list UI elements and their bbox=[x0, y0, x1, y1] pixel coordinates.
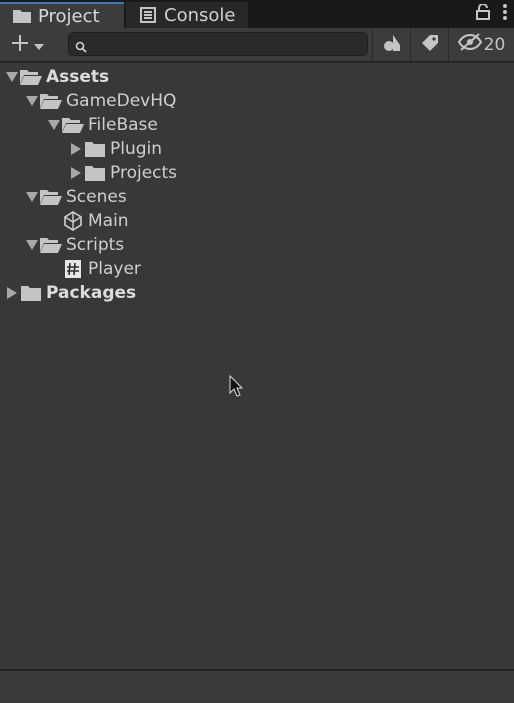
expand-arrow-icon[interactable] bbox=[26, 191, 38, 203]
hidden-count: 20 bbox=[483, 34, 506, 55]
tab-bar: Project Console bbox=[0, 0, 514, 28]
folder-icon bbox=[12, 7, 32, 25]
tree-item-label: Assets bbox=[46, 67, 110, 87]
tree-item-scenes[interactable]: Scenes bbox=[0, 185, 514, 209]
folder-open-icon bbox=[40, 236, 62, 254]
tab-console-label: Console bbox=[164, 4, 236, 26]
tree-item-label: GameDevHQ bbox=[66, 91, 177, 111]
folder-open-icon bbox=[62, 116, 84, 134]
tab-actions bbox=[476, 0, 508, 28]
project-toolbar: 20 bbox=[0, 28, 514, 62]
tree-item-label: Scripts bbox=[66, 235, 125, 255]
collapse-arrow-icon[interactable] bbox=[70, 143, 82, 155]
eye-hidden-icon bbox=[457, 33, 482, 56]
folder-open-icon bbox=[40, 92, 62, 110]
search-icon bbox=[75, 38, 87, 57]
project-footer bbox=[0, 669, 514, 703]
tree-item-label: Plugin bbox=[110, 139, 163, 159]
collapse-arrow-icon[interactable] bbox=[70, 167, 82, 179]
folder-open-icon bbox=[20, 68, 42, 86]
project-tree: Assets GameDevHQ FileBase Plugin Project… bbox=[0, 63, 514, 669]
tree-item-gamedevhq[interactable]: GameDevHQ bbox=[0, 89, 514, 113]
tab-project-label: Project bbox=[38, 5, 100, 27]
filter-by-label-button[interactable] bbox=[410, 28, 448, 61]
tree-item-label: Player bbox=[88, 259, 141, 279]
search-field[interactable] bbox=[68, 32, 368, 56]
tag-icon bbox=[421, 34, 439, 56]
folder-icon bbox=[20, 284, 42, 302]
tree-item-label: Main bbox=[88, 211, 129, 231]
hidden-packages-button[interactable]: 20 bbox=[448, 28, 514, 61]
expand-arrow-icon[interactable] bbox=[6, 71, 18, 83]
expand-arrow-icon[interactable] bbox=[26, 95, 38, 107]
tree-item-filebase[interactable]: FileBase bbox=[0, 113, 514, 137]
csharp-script-icon bbox=[62, 260, 84, 278]
unity-scene-icon bbox=[62, 211, 84, 231]
tree-item-label: Scenes bbox=[66, 187, 127, 207]
folder-icon bbox=[84, 140, 106, 158]
tree-item-main-scene[interactable]: Main bbox=[0, 209, 514, 233]
lock-icon[interactable] bbox=[476, 3, 490, 24]
search-input[interactable] bbox=[91, 35, 361, 53]
tab-console[interactable]: Console bbox=[126, 2, 248, 28]
plus-icon bbox=[10, 33, 30, 57]
chevron-down-icon bbox=[34, 36, 44, 55]
collapse-arrow-icon[interactable] bbox=[6, 287, 18, 299]
tree-item-plugin[interactable]: Plugin bbox=[0, 137, 514, 161]
console-icon bbox=[138, 6, 158, 24]
tree-item-projects[interactable]: Projects bbox=[0, 161, 514, 185]
filter-by-type-button[interactable] bbox=[372, 28, 410, 61]
tree-item-label: Packages bbox=[46, 283, 137, 303]
tree-item-label: FileBase bbox=[88, 115, 158, 135]
more-options-icon[interactable] bbox=[502, 3, 508, 25]
folder-icon bbox=[84, 164, 106, 182]
mouse-cursor-icon bbox=[229, 374, 244, 401]
shapes-icon bbox=[382, 33, 402, 57]
tree-item-packages[interactable]: Packages bbox=[0, 281, 514, 305]
tree-item-player-script[interactable]: Player bbox=[0, 257, 514, 281]
expand-arrow-icon[interactable] bbox=[48, 119, 60, 131]
create-button[interactable] bbox=[6, 32, 52, 58]
tree-item-scripts[interactable]: Scripts bbox=[0, 233, 514, 257]
tab-project[interactable]: Project bbox=[0, 2, 124, 28]
folder-open-icon bbox=[40, 188, 62, 206]
tree-item-label: Projects bbox=[110, 163, 178, 183]
tree-item-assets[interactable]: Assets bbox=[0, 65, 514, 89]
expand-arrow-icon[interactable] bbox=[26, 239, 38, 251]
